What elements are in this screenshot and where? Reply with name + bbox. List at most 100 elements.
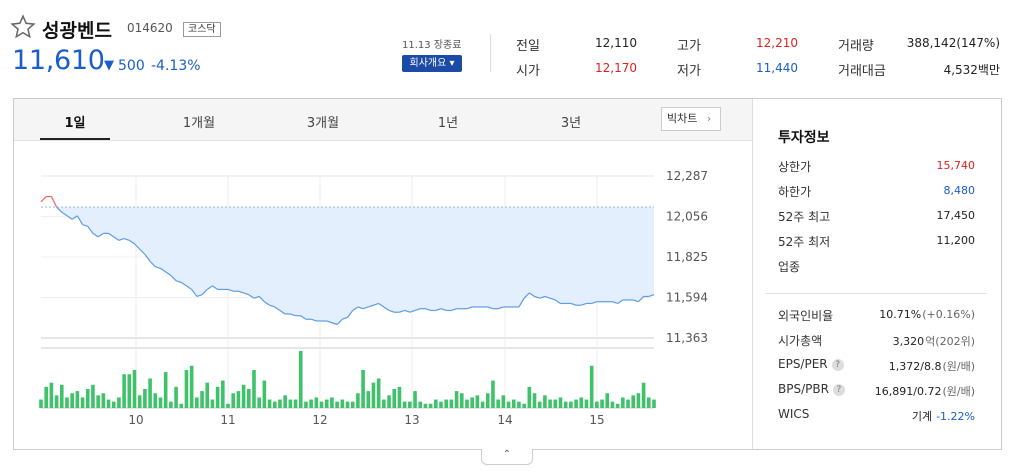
volume-bar [231, 393, 236, 408]
favorite-star-icon[interactable] [10, 14, 36, 40]
volume-bar [288, 399, 293, 408]
volume-bar [397, 386, 402, 408]
info-value-sub: (원/배) [942, 385, 975, 398]
volume-bar [324, 399, 329, 408]
volume-bar [350, 401, 355, 408]
x-tick-label: 12 [312, 413, 327, 427]
big-chart-button[interactable]: 빅차트 › [661, 107, 721, 131]
volume-bar [257, 397, 261, 408]
volume-bar [179, 403, 184, 408]
info-label: 상한가 [778, 160, 812, 174]
quote-value: 4,532백만 [943, 63, 1000, 77]
info-label: 외국인비율 [778, 307, 833, 324]
info-label-text: 시가총액 [778, 334, 823, 348]
x-tick-label: 11 [220, 413, 235, 427]
volume-bar [54, 395, 59, 408]
big-chart-label: 빅차트 [667, 112, 698, 125]
volume-bar [122, 374, 126, 408]
volume-bar [163, 372, 168, 408]
x-tick-label: 14 [497, 413, 512, 427]
volume-bar [200, 391, 204, 408]
stock-code: 014620 [127, 21, 173, 35]
volume-bar [241, 384, 246, 408]
volume-bar [205, 382, 210, 408]
volume-bar [517, 401, 521, 408]
quote-label: 거래대금 [838, 64, 886, 79]
volume-bar [272, 401, 277, 408]
volume-bar [278, 399, 282, 408]
tab-period[interactable]: 1년 [408, 112, 488, 131]
info-value: 8,480 [943, 184, 976, 197]
help-icon[interactable]: ? [831, 359, 844, 371]
active-tab-indicator [40, 138, 110, 140]
tab-period[interactable]: 1일 [35, 112, 115, 131]
volume-bar [501, 395, 506, 408]
volume-bar [543, 395, 547, 408]
volume-bar [80, 397, 85, 408]
volume-bar [522, 403, 526, 408]
volume-bar [439, 401, 443, 408]
volume-bar [304, 401, 308, 408]
volume-bar [117, 397, 121, 408]
volume-bar [215, 386, 220, 408]
volume-bar [408, 401, 412, 408]
volume-bar [101, 393, 106, 408]
volume-bar [434, 399, 438, 408]
volume-bar [298, 351, 303, 408]
collapse-toggle[interactable]: ⌃ [481, 449, 533, 465]
volume-bar [631, 395, 636, 408]
volume-bar [610, 401, 615, 408]
help-icon[interactable]: ? [832, 384, 845, 396]
volume-bar [148, 378, 152, 408]
volume-bar [371, 382, 376, 408]
volume-bar [470, 397, 474, 408]
volume-bar [496, 399, 500, 408]
volume-bar [595, 401, 599, 408]
info-label: 시가총액 [778, 332, 822, 349]
volume-bar [169, 401, 173, 408]
info-label: 52주 최고 [778, 210, 831, 224]
volume-bar [75, 391, 80, 408]
volume-bar [465, 399, 469, 408]
volume-bar [382, 399, 386, 408]
volume-bar [330, 397, 334, 408]
quote-value: 12,110 [595, 36, 637, 50]
volume-bar [189, 365, 194, 408]
info-value: 17,450 [936, 209, 976, 222]
volume-bar [44, 386, 48, 408]
tab-period[interactable]: 3년 [531, 112, 611, 131]
info-value-main: 3,320 [892, 335, 925, 348]
info-label: WICS [778, 407, 809, 421]
info-value: 10.71%(+0.16%) [879, 308, 975, 321]
chevron-right-icon: › [706, 112, 712, 125]
volume-bar [340, 399, 345, 408]
volume-bar [293, 399, 298, 408]
quote-value: 12,170 [595, 61, 637, 75]
volume-bar [527, 386, 532, 408]
volume-bar [449, 399, 454, 408]
volume-bar [459, 393, 464, 408]
volume-bar [85, 389, 90, 408]
volume-bar [158, 397, 163, 408]
info-value-sub: 억(202위) [925, 335, 975, 348]
volume-bar [553, 399, 558, 408]
info-divider [765, 293, 987, 294]
volume-bar [252, 370, 256, 408]
info-value: 16,891/0.72(원/배) [875, 383, 975, 399]
volume-bar [132, 370, 137, 408]
info-value-main: 1,372/8.8 [888, 360, 942, 373]
info-label: BPS/PBR? [778, 382, 845, 396]
volume-bar [153, 393, 158, 408]
intraday-price-chart[interactable]: 12,287 12,056 11,825 11,594 11,363 10 11 12 13 14… [14, 141, 752, 449]
tab-period[interactable]: 3개월 [283, 112, 363, 131]
volume-bar [309, 399, 313, 408]
volume-bar [174, 386, 178, 408]
volume-bar [423, 403, 428, 408]
volume-bar [319, 401, 324, 408]
volume-bar [579, 397, 584, 408]
volume-bar [621, 397, 625, 408]
volume-bar [361, 370, 365, 408]
tab-period[interactable]: 1개월 [159, 112, 239, 131]
company-overview-button[interactable]: 회사개요 ▾ [402, 55, 462, 72]
info-label: 52주 최저 [778, 235, 831, 249]
